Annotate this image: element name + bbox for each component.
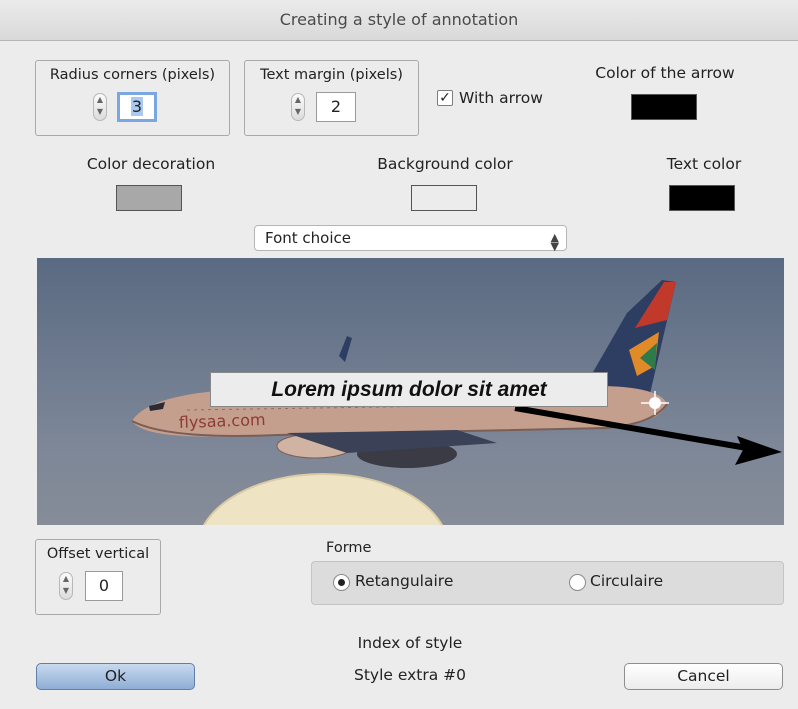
radius-stepper[interactable]: ▲ ▼ xyxy=(93,93,107,121)
font-choice-label: Font choice xyxy=(265,229,352,247)
background-color-label: Background color xyxy=(377,155,513,173)
text-margin-label: Text margin (pixels) xyxy=(260,67,403,83)
text-color-label: Text color xyxy=(666,155,742,173)
offset-stepper[interactable]: ▲ ▼ xyxy=(59,572,73,600)
radio-retangulaire-label[interactable]: Retangulaire xyxy=(355,572,453,590)
forme-radio-group: Retangulaire Circulaire xyxy=(311,561,784,605)
annotation-sample-box: Lorem ipsum dolor sit amet xyxy=(210,372,608,407)
with-arrow-label[interactable]: With arrow xyxy=(459,89,543,107)
ok-button[interactable]: Ok xyxy=(36,663,195,690)
radio-circulaire-label[interactable]: Circulaire xyxy=(590,572,663,590)
text-margin-stepper[interactable]: ▲ ▼ xyxy=(291,93,305,121)
offset-vertical-input[interactable]: 0 xyxy=(85,571,123,601)
forme-label: Forme xyxy=(326,540,372,556)
index-of-style-value: Style extra #0 xyxy=(353,666,467,684)
radio-circulaire[interactable] xyxy=(569,574,586,591)
decoration-color-swatch[interactable] xyxy=(116,185,182,211)
arrow-color-label: Color of the arrow xyxy=(595,64,735,82)
popup-arrows-down-icon: ▼ xyxy=(550,240,559,253)
text-margin-input[interactable]: 2 xyxy=(316,92,356,122)
window-title: Creating a style of annotation xyxy=(0,0,798,41)
plane-livery-text: flysaa.com xyxy=(178,410,265,432)
radius-value: 3 xyxy=(130,97,144,116)
annotation-preview: flysaa.com Lorem ipsum dolor sit amet xyxy=(37,258,784,525)
text-color-swatch[interactable] xyxy=(669,185,735,211)
decoration-color-label: Color decoration xyxy=(86,155,216,173)
offset-vertical-label: Offset vertical xyxy=(46,546,150,562)
background-color-swatch[interactable] xyxy=(411,185,477,211)
font-choice-popup[interactable]: Font choice ▲ ▼ xyxy=(254,225,567,253)
arrow-color-swatch[interactable] xyxy=(631,94,697,120)
offset-vertical-group: Offset vertical ▲ ▼ 0 xyxy=(35,539,161,615)
cancel-button[interactable]: Cancel xyxy=(624,663,783,690)
text-margin-group: Text margin (pixels) ▲ ▼ 2 xyxy=(244,60,419,136)
annotation-arrowhead-icon xyxy=(735,436,782,465)
with-arrow-checkbox[interactable]: ✓ xyxy=(437,90,453,106)
moon-shape xyxy=(204,474,442,525)
index-of-style-label: Index of style xyxy=(357,634,463,652)
radius-corners-group: Radius corners (pixels) ▲ ▼ 3 xyxy=(35,60,230,136)
radius-input[interactable]: 3 xyxy=(117,92,157,122)
radio-retangulaire[interactable] xyxy=(333,574,350,591)
radius-corners-label: Radius corners (pixels) xyxy=(49,67,216,83)
